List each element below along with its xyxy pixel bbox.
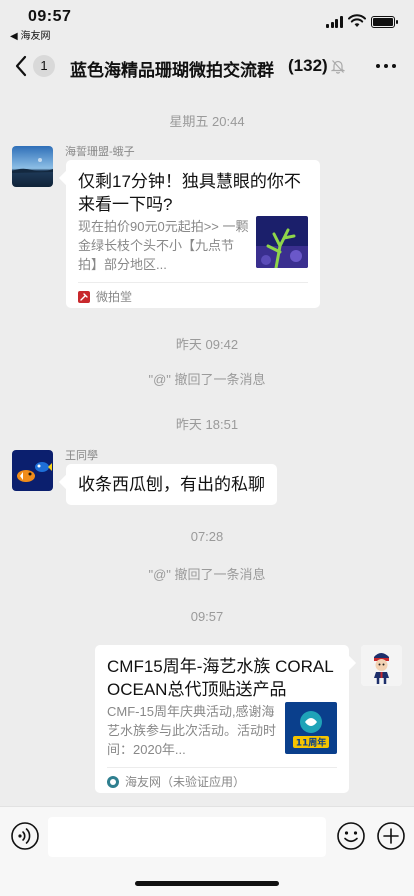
- more-icon[interactable]: [376, 64, 396, 68]
- home-indicator[interactable]: [135, 881, 279, 886]
- card-source-label: 海友网（未验证应用）: [125, 775, 246, 789]
- status-bar: 09:57 ◀ 海友网: [0, 0, 414, 44]
- plus-icon[interactable]: [376, 821, 406, 851]
- member-count: (132): [288, 56, 328, 75]
- link-card[interactable]: CMF15周年-海艺水族 CORAL OCEAN总代顶贴送产品 CMF-15周年…: [95, 645, 349, 793]
- card-description: 现在拍价90元0元起拍>> 一颗金绿长枝个头不小【九点节拍】部分地区...: [78, 219, 249, 272]
- card-thumbnail: [256, 216, 308, 268]
- message-bubble[interactable]: 收条西瓜刨，有出的私聊: [66, 464, 277, 505]
- avatar[interactable]: [12, 146, 53, 187]
- unread-count-badge[interactable]: 1: [33, 55, 55, 77]
- cellular-signal-icon: [326, 16, 344, 28]
- link-card[interactable]: 仅剩17分钟！独具慧眼的你不来看一下吗? 现在拍价90元0元起拍>> 一颗金绿长…: [66, 160, 320, 308]
- recall-notice: "@" 撤回了一条消息: [148, 372, 266, 387]
- timestamp: 昨天 18:51: [175, 417, 239, 432]
- sender-name: 海誓珊盟-蛾子: [65, 146, 135, 158]
- timestamp: 星期五 20:44: [169, 114, 245, 129]
- card-source-label: 微拍堂: [96, 290, 133, 304]
- emoji-icon[interactable]: [336, 821, 366, 851]
- message-text: 收条西瓜刨，有出的私聊: [78, 475, 265, 494]
- bell-off-icon: [331, 60, 345, 74]
- timestamp: 昨天 09:42: [175, 337, 239, 352]
- chat-title: 蓝色海精品珊瑚微拍交流群: [70, 61, 274, 80]
- chat-header: 1 蓝色海精品珊瑚微拍交流群 (132): [0, 44, 414, 88]
- card-thumbnail: 11周年: [285, 702, 337, 754]
- wifi-icon: [348, 14, 366, 27]
- card-title: CMF15周年-海艺水族 CORAL OCEAN总代顶贴送产品: [107, 657, 334, 699]
- avatar[interactable]: [12, 450, 53, 491]
- my-avatar[interactable]: [361, 645, 402, 686]
- sender-name: 王同學: [65, 450, 98, 462]
- card-source: 海友网（未验证应用）: [107, 773, 245, 790]
- card-description: CMF-15周年庆典活动,感谢海艺水族参与此次活动。活动时间：2020年...: [107, 704, 277, 757]
- recall-notice: "@" 撤回了一条消息: [148, 567, 266, 582]
- timestamp: 09:57: [190, 609, 224, 624]
- battery-icon: [371, 16, 398, 28]
- status-time: 09:57: [28, 8, 72, 25]
- thumb-label: 11周年: [296, 737, 327, 749]
- haiyou-logo-icon: [107, 775, 119, 788]
- message-input[interactable]: [48, 817, 326, 857]
- voice-icon[interactable]: [10, 821, 40, 851]
- timestamp: 07:28: [190, 529, 224, 544]
- message-list[interactable]: 星期五 20:44 海誓珊盟-蛾子 仅剩17分钟！独具慧眼的你不来看一下吗? 现…: [0, 88, 414, 806]
- back-to-app-link[interactable]: ◀ 海友网: [10, 27, 50, 42]
- card-source: 微拍堂: [78, 288, 132, 305]
- chevron-left-icon[interactable]: [12, 54, 32, 78]
- card-title: 仅剩17分钟！独具慧眼的你不来看一下吗?: [78, 172, 301, 214]
- weipaitang-logo-icon: [78, 290, 90, 303]
